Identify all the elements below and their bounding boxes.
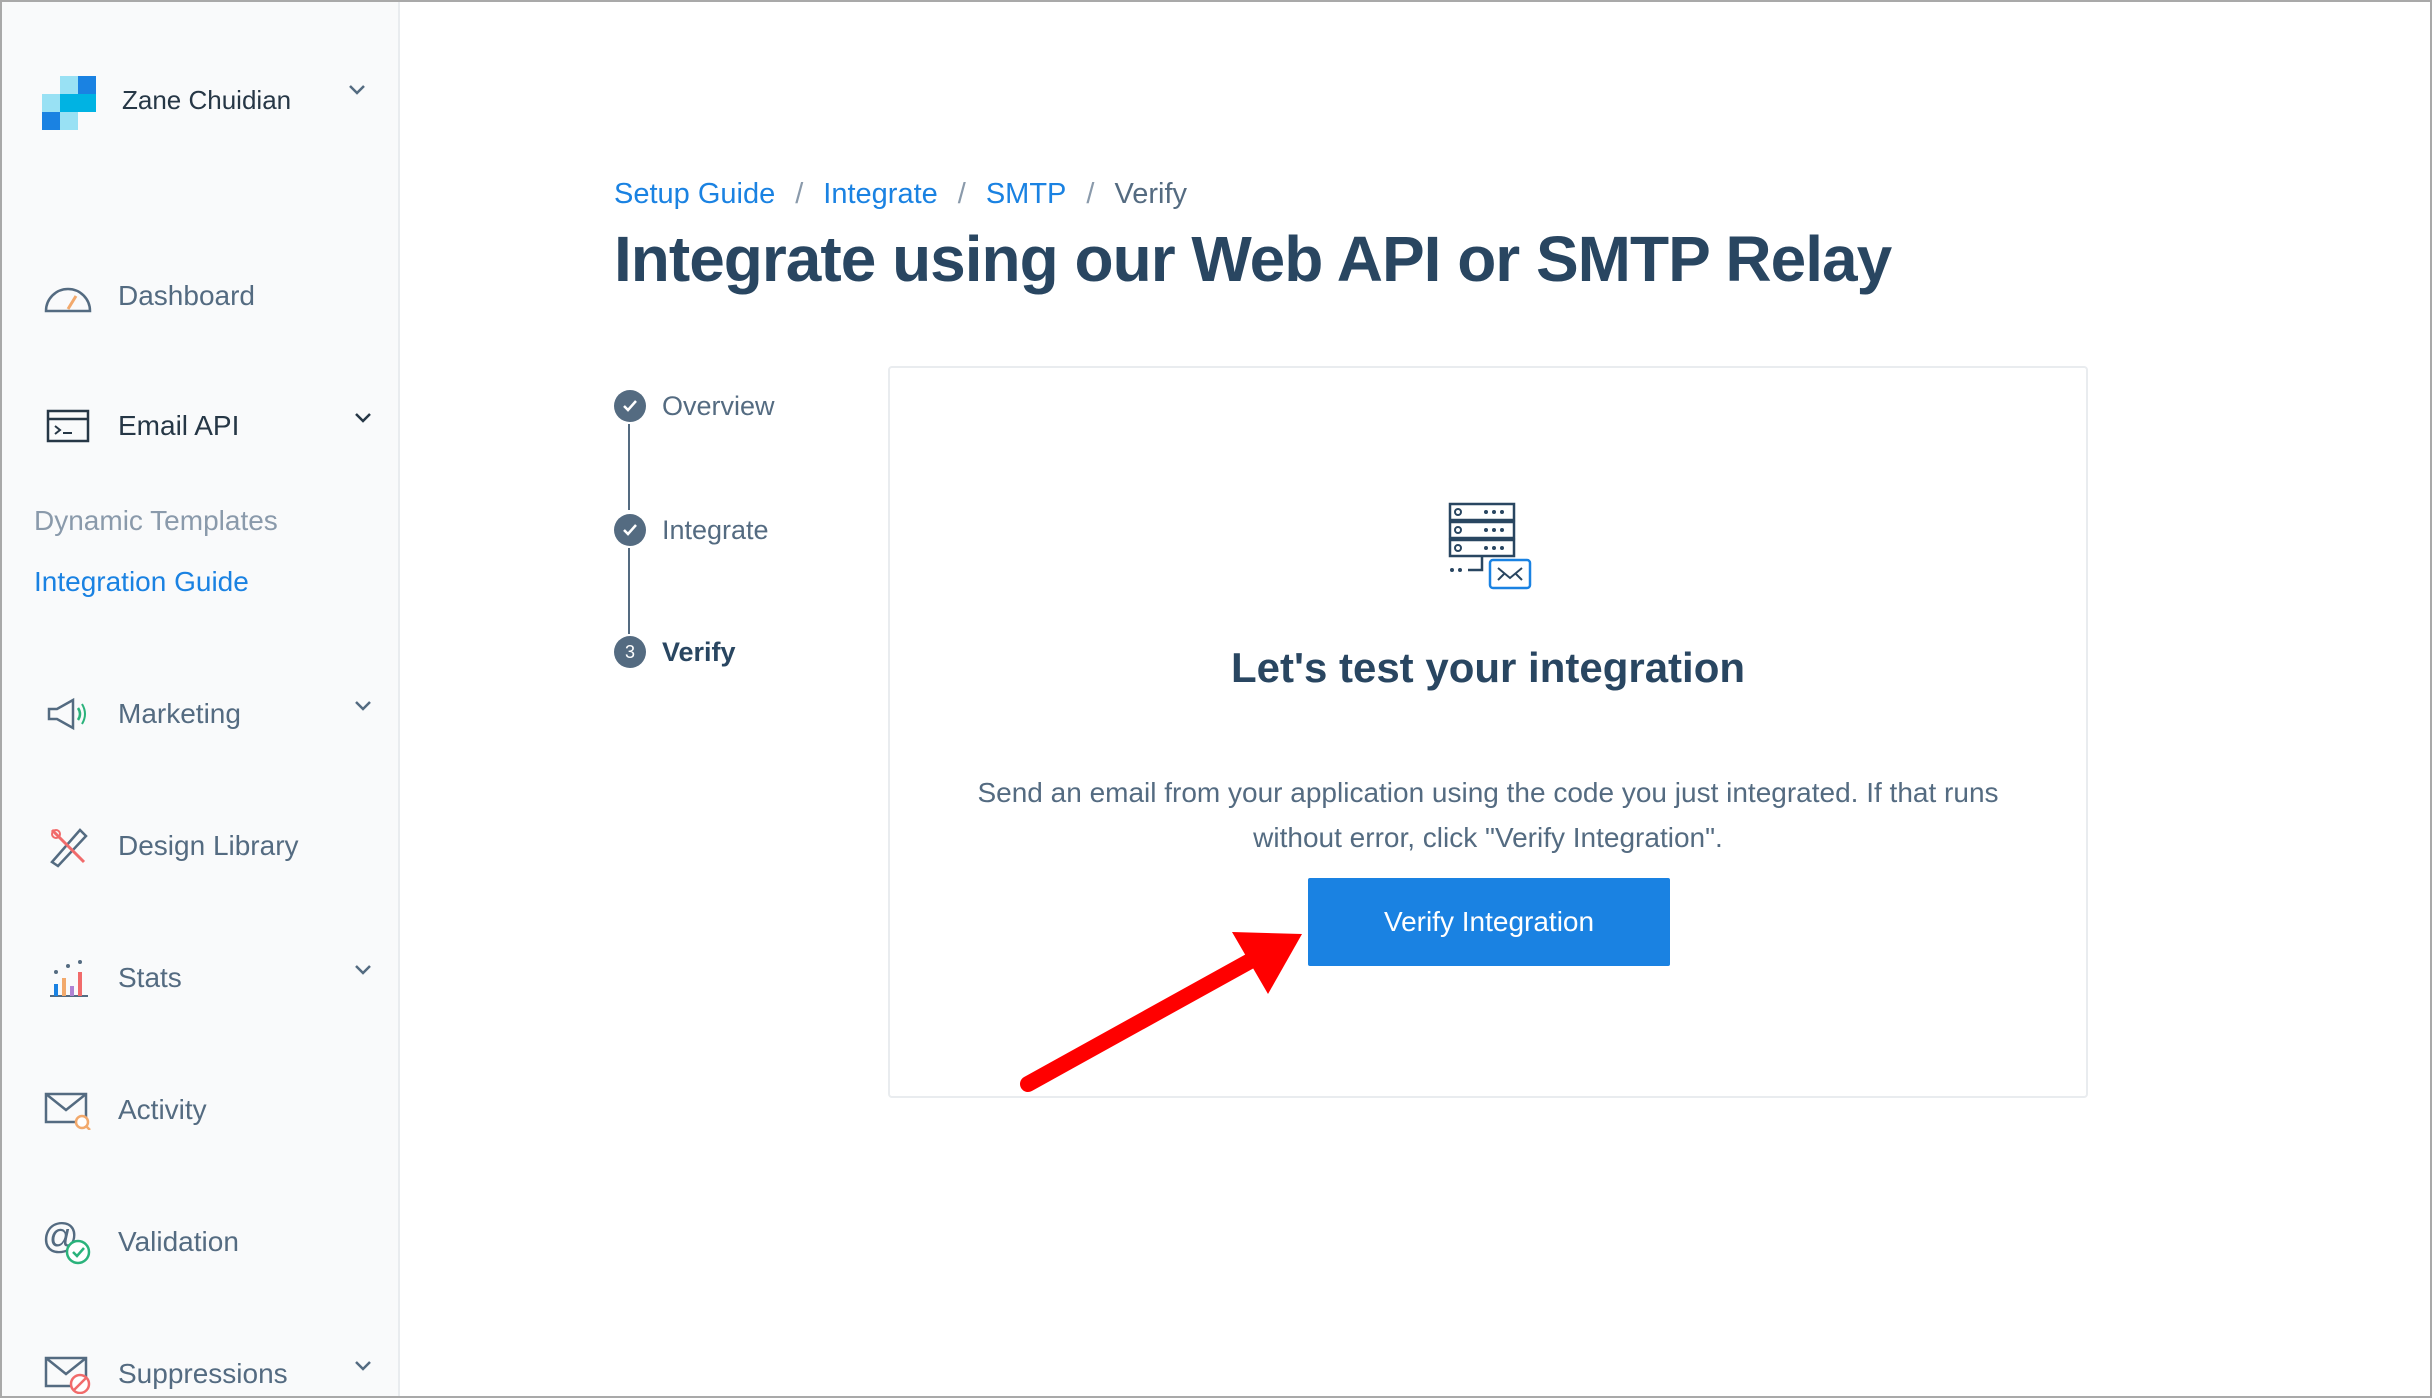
sidebar-subitem-integration-guide[interactable]: Integration Guide [34, 566, 249, 598]
card-title: Let's test your integration [1230, 644, 1746, 691]
sidebar-item-stats[interactable]: Stats [42, 950, 382, 1006]
chevron-down-icon [355, 413, 371, 423]
brand-logo [42, 72, 98, 130]
megaphone-icon [42, 692, 94, 736]
sidebar: Zane Chuidian Dashboard Email API Dynami… [2, 2, 400, 1396]
chevron-down-icon [355, 965, 371, 975]
check-icon [614, 514, 646, 546]
breadcrumb-separator: / [957, 178, 966, 210]
breadcrumb-integrate[interactable]: Integrate [823, 178, 937, 211]
step-number: 3 [614, 636, 646, 668]
stats-chart-icon [42, 956, 94, 1000]
sidebar-item-dashboard[interactable]: Dashboard [42, 268, 382, 324]
verify-card: Let's test your integration Send an emai… [888, 366, 2088, 1098]
verify-integration-button[interactable]: Verify Integration [1308, 878, 1670, 966]
stepper-connector [628, 424, 630, 510]
at-check-icon: @ [42, 1218, 94, 1265]
step-integrate[interactable]: Integrate [614, 514, 769, 546]
app-window: Zane Chuidian Dashboard Email API Dynami… [0, 0, 2432, 1398]
sidebar-item-validation[interactable]: @ Validation [42, 1214, 382, 1270]
breadcrumb: Setup Guide / Integrate / SMTP / Verify [614, 178, 1187, 211]
step-overview[interactable]: Overview [614, 390, 775, 422]
chevron-down-icon [355, 1361, 371, 1371]
card-description: Send an email from your application usin… [977, 777, 1999, 853]
envelope-block-icon [42, 1352, 94, 1396]
step-verify[interactable]: 3 Verify [614, 636, 736, 668]
breadcrumb-separator: / [1086, 178, 1095, 210]
chevron-down-icon [349, 85, 365, 95]
breadcrumb-separator: / [795, 178, 804, 210]
design-tools-icon [42, 824, 94, 868]
breadcrumb-smtp[interactable]: SMTP [986, 178, 1067, 211]
dashboard-gauge-icon [42, 274, 94, 318]
check-icon [614, 390, 646, 422]
sidebar-item-marketing[interactable]: Marketing [42, 686, 382, 742]
breadcrumb-current: Verify [1114, 178, 1187, 210]
sidebar-item-email-api[interactable]: Email API [42, 398, 382, 454]
sidebar-item-suppressions[interactable]: Suppressions [42, 1346, 382, 1396]
sidebar-item-activity[interactable]: Activity [42, 1082, 382, 1138]
page-title: Integrate using our Web API or SMTP Rela… [614, 223, 1892, 295]
account-switcher[interactable]: Zane Chuidian [42, 72, 382, 130]
breadcrumb-setup-guide[interactable]: Setup Guide [614, 178, 775, 211]
stepper-connector [628, 548, 630, 634]
account-name: Zane Chuidian [122, 84, 292, 115]
chevron-down-icon [355, 701, 371, 711]
sidebar-subitem-dynamic-templates[interactable]: Dynamic Templates [34, 505, 278, 537]
email-api-terminal-icon [42, 404, 94, 448]
activity-envelope-icon [42, 1088, 94, 1132]
server-mail-icon [1448, 502, 1532, 590]
sidebar-item-design-library[interactable]: Design Library [42, 818, 382, 874]
